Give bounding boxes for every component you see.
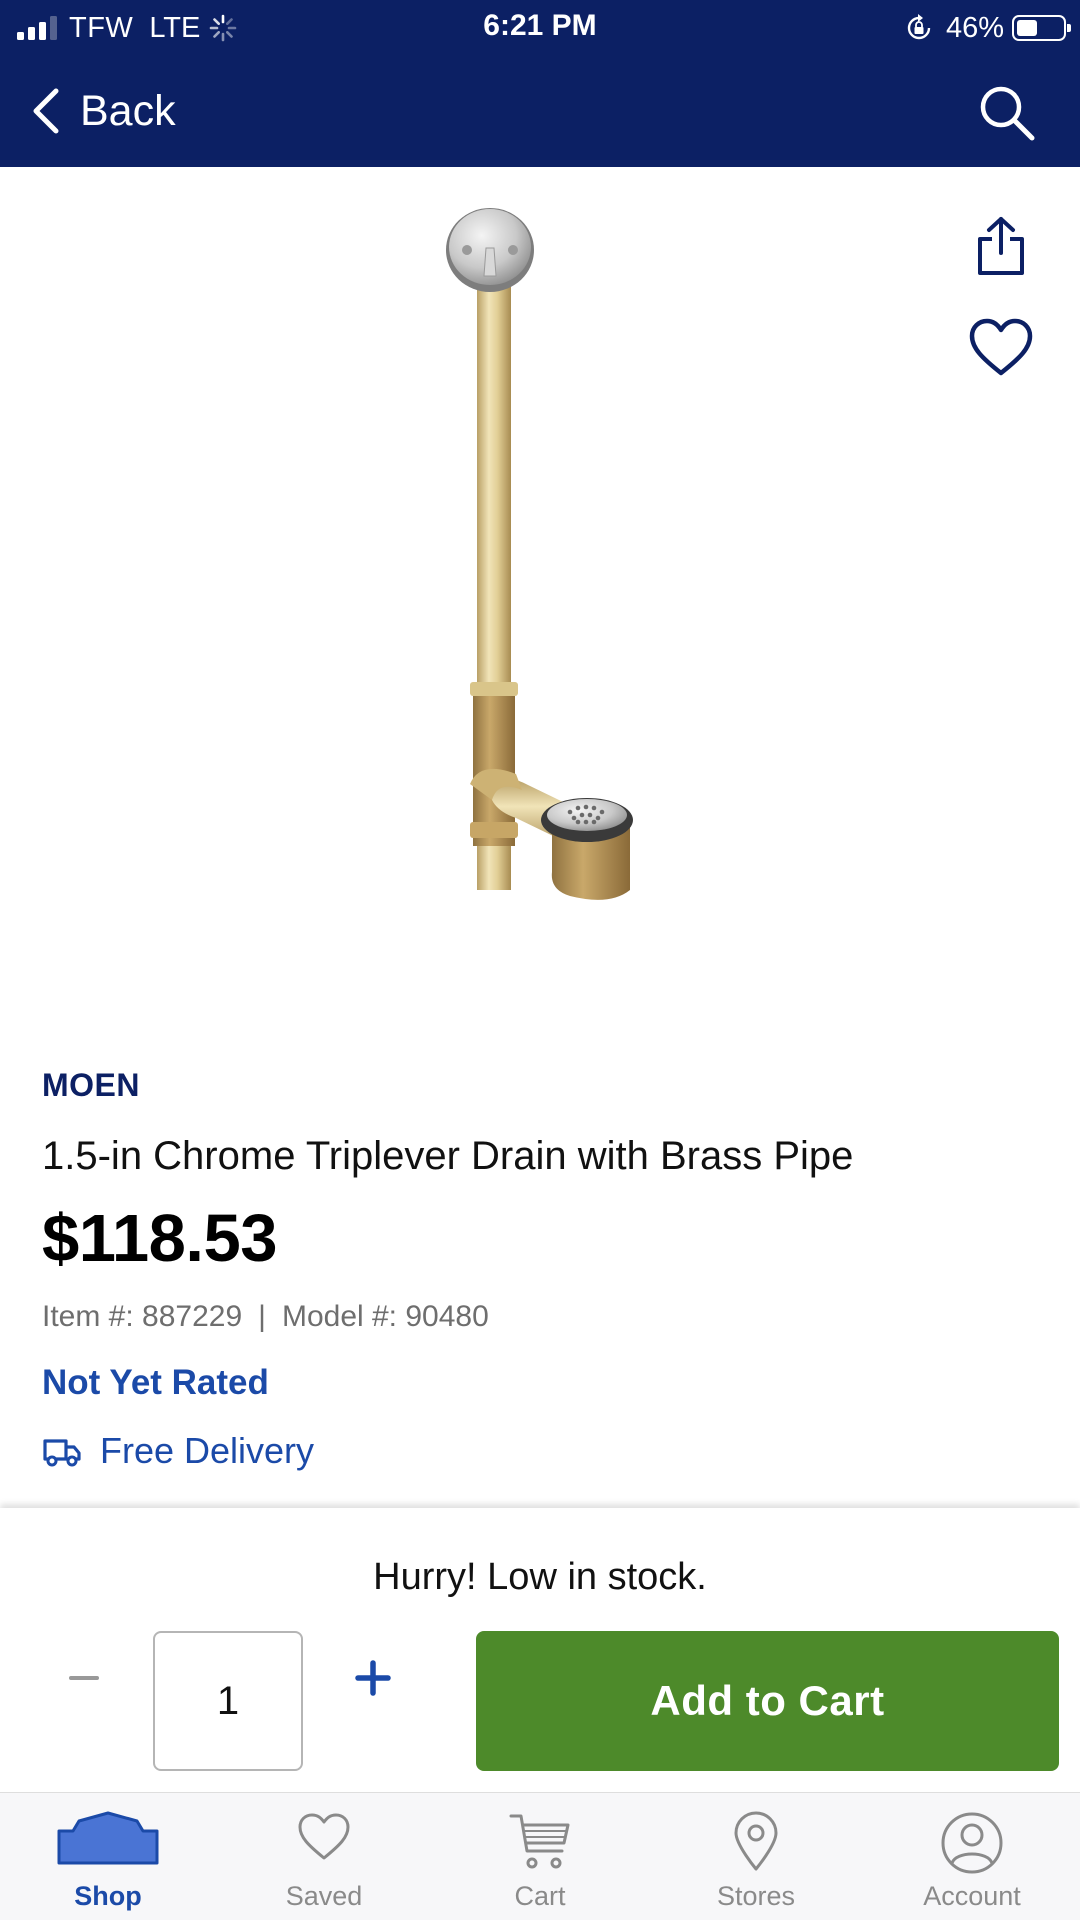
tab-saved[interactable]: Saved [216, 1793, 432, 1920]
tab-bar: Shop Saved Cart Stores Account [0, 1792, 1080, 1920]
user-icon [941, 1812, 1003, 1874]
cart-panel: Hurry! Low in stock. Add to Cart [0, 1508, 1080, 1792]
back-label: Back [80, 86, 176, 135]
truck-icon [43, 1439, 81, 1467]
product-price: $118.53 [42, 1201, 278, 1276]
tab-cart[interactable]: Cart [432, 1793, 648, 1920]
delivery-info: Free Delivery [42, 1428, 314, 1474]
chevron-left-icon [33, 88, 59, 134]
product-image[interactable] [440, 200, 680, 920]
tab-label: Saved [285, 1881, 363, 1911]
tab-label: Stores [716, 1881, 796, 1911]
orientation-lock-icon [907, 14, 931, 40]
heart-icon[interactable] [968, 318, 1034, 378]
status-bar: TFW LTE 6:21 PM 46% [0, 0, 1080, 56]
nav-bar: Back [0, 56, 1080, 167]
tab-label: Cart [514, 1881, 566, 1911]
tab-shop[interactable]: Shop [0, 1793, 216, 1920]
battery-level [1017, 20, 1037, 36]
quantity-increase-button[interactable] [341, 1646, 405, 1710]
quantity-decrease-button[interactable] [52, 1646, 116, 1710]
delivery-label: Free Delivery [100, 1430, 315, 1471]
share-icon[interactable] [972, 215, 1030, 277]
app-header: TFW LTE 6:21 PM 46% Back [0, 0, 1080, 167]
quantity-input[interactable] [153, 1631, 303, 1771]
product-brand[interactable]: MOEN [42, 1067, 140, 1104]
product-title: 1.5-in Chrome Triplever Drain with Brass… [42, 1134, 854, 1178]
search-icon[interactable] [976, 82, 1038, 144]
product-ids: Item #: 887229 | Model #: 90480 [42, 1300, 489, 1334]
add-to-cart-button[interactable]: Add to Cart [476, 1631, 1059, 1771]
tab-stores[interactable]: Stores [648, 1793, 864, 1920]
model-number: Model #: 90480 [281, 1300, 489, 1333]
battery-icon [1012, 15, 1071, 41]
minus-icon [69, 1676, 99, 1680]
location-pin-icon [734, 1811, 778, 1871]
battery-percent: 46% [945, 11, 1004, 44]
heart-icon [298, 1813, 350, 1860]
status-right: 46% [904, 10, 1071, 46]
id-separator: | [258, 1300, 266, 1333]
stock-message: Hurry! Low in stock. [373, 1556, 707, 1598]
tab-account[interactable]: Account [864, 1793, 1080, 1920]
tab-label: Shop [74, 1881, 142, 1911]
item-number: Item #: 887229 [42, 1300, 243, 1333]
back-button[interactable]: Back [28, 78, 176, 144]
rating-link[interactable]: Not Yet Rated [42, 1363, 269, 1403]
cart-icon [509, 1814, 570, 1869]
tab-label: Account [923, 1881, 1021, 1911]
home-icon [57, 1811, 159, 1865]
